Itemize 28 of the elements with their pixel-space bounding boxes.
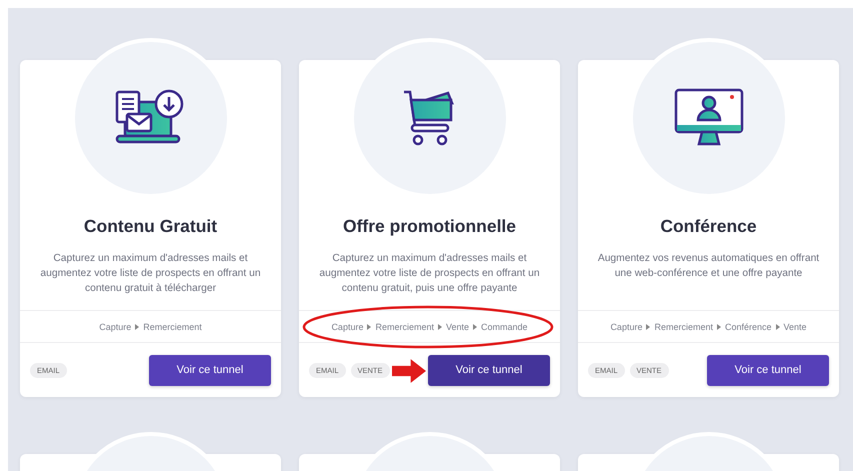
funnel-step: Capture	[99, 322, 132, 332]
card-title: Conférence	[659, 216, 758, 237]
funnel-step: Capture	[331, 322, 364, 332]
caret-right-icon	[135, 324, 140, 330]
view-funnel-button[interactable]: Voir ce tunnel	[149, 354, 271, 386]
funnel-step: Vente	[446, 322, 470, 332]
caret-right-icon	[717, 324, 721, 330]
card-title: Contenu Gratuit	[82, 216, 218, 237]
view-funnel-button[interactable]: Voir ce tunnel	[707, 354, 829, 386]
card-description: Augmentez vos revenus automatiques en offrant une web-conférence et une offre payante	[596, 252, 820, 281]
funnel-step: Commande	[481, 322, 528, 332]
funnel-step: Conférence	[725, 322, 772, 332]
card-description: Capturez un maximum d'adresses mails et augmentez votre liste de prospects en offrant un contenu gratuit à télécharger	[39, 252, 262, 296]
view-funnel-button[interactable]: Voir ce tunnel	[428, 354, 550, 386]
annotation-arrow	[392, 358, 426, 384]
funnel-step: Vente	[784, 322, 807, 332]
card-description: Capturez un maximum d'adresses mails et augmentez votre liste de prospects en offrant un contenu gratuit, puis une offre payante	[318, 252, 541, 296]
caret-right-icon	[646, 324, 650, 330]
caret-right-icon	[473, 324, 478, 330]
funnel-step: Remerciement	[375, 322, 434, 332]
card-title: Offre promotionnelle	[342, 216, 518, 237]
caret-right-icon	[367, 324, 372, 330]
caret-right-icon	[776, 324, 780, 330]
funnel-step: Remerciement	[654, 322, 713, 332]
funnel-step: Capture	[610, 322, 642, 332]
funnel-step: Remerciement	[143, 322, 202, 332]
caret-right-icon	[438, 324, 442, 330]
monitor-user-icon	[674, 88, 744, 148]
